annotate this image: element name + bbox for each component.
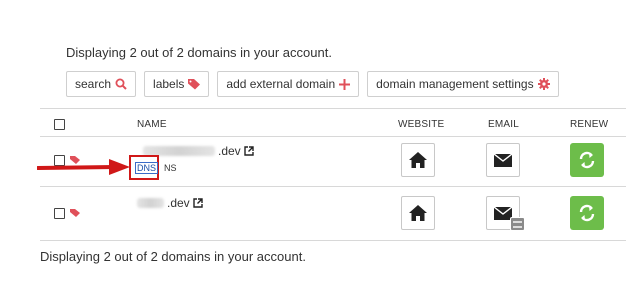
external-link-icon[interactable]	[243, 146, 254, 156]
domain-management-settings-label: domain management settings	[376, 77, 534, 91]
arrow-annotation	[37, 159, 130, 175]
column-header-email: EMAIL	[488, 119, 520, 130]
website-button[interactable]	[401, 143, 435, 177]
plus-icon	[339, 78, 351, 90]
dns-highlight-box: DNS	[129, 155, 159, 180]
search-button-label: search	[75, 77, 112, 91]
table-bottom-border	[40, 240, 626, 241]
domain-name[interactable]: .dev	[137, 196, 203, 210]
add-external-domain-label: add external domain	[226, 77, 336, 91]
domain-tld: .dev	[167, 196, 190, 210]
toolbar: search labels add external domain domain…	[66, 71, 559, 97]
row-checkbox[interactable]	[54, 208, 65, 219]
server-icon	[510, 217, 525, 231]
gear-icon	[537, 78, 550, 90]
home-icon	[409, 205, 427, 221]
tag-icon[interactable]	[70, 209, 80, 217]
website-button[interactable]	[401, 196, 435, 230]
domain-name[interactable]: .dev	[143, 144, 254, 158]
select-all-checkbox[interactable]	[54, 119, 65, 130]
redacted-domain	[137, 198, 164, 208]
domain-management-settings-button[interactable]: domain management settings	[367, 71, 559, 97]
summary-bottom: Displaying 2 out of 2 domains in your ac…	[40, 249, 306, 264]
table-top-border	[40, 108, 626, 109]
column-header-renew: RENEW	[570, 119, 609, 130]
home-icon	[409, 152, 427, 168]
refresh-icon	[579, 204, 595, 222]
row-divider	[40, 186, 626, 187]
labels-button-label: labels	[153, 77, 185, 91]
header-divider	[40, 136, 626, 137]
dns-link[interactable]: DNS	[135, 162, 159, 174]
renew-button[interactable]	[570, 196, 604, 230]
column-header-website: WEBSITE	[398, 119, 445, 130]
ns-link[interactable]: NS	[164, 163, 177, 173]
summary-top: Displaying 2 out of 2 domains in your ac…	[66, 45, 332, 60]
add-external-domain-button[interactable]: add external domain	[217, 71, 360, 97]
tag-icon	[188, 78, 201, 90]
email-button[interactable]	[486, 143, 520, 177]
renew-button[interactable]	[570, 143, 604, 177]
envelope-icon	[494, 153, 512, 167]
domain-tld: .dev	[218, 144, 241, 158]
external-link-icon[interactable]	[192, 198, 203, 208]
refresh-icon	[579, 151, 595, 169]
search-icon	[115, 78, 127, 90]
search-button[interactable]: search	[66, 71, 137, 97]
labels-button[interactable]: labels	[144, 71, 210, 97]
column-header-name: NAME	[137, 119, 167, 130]
